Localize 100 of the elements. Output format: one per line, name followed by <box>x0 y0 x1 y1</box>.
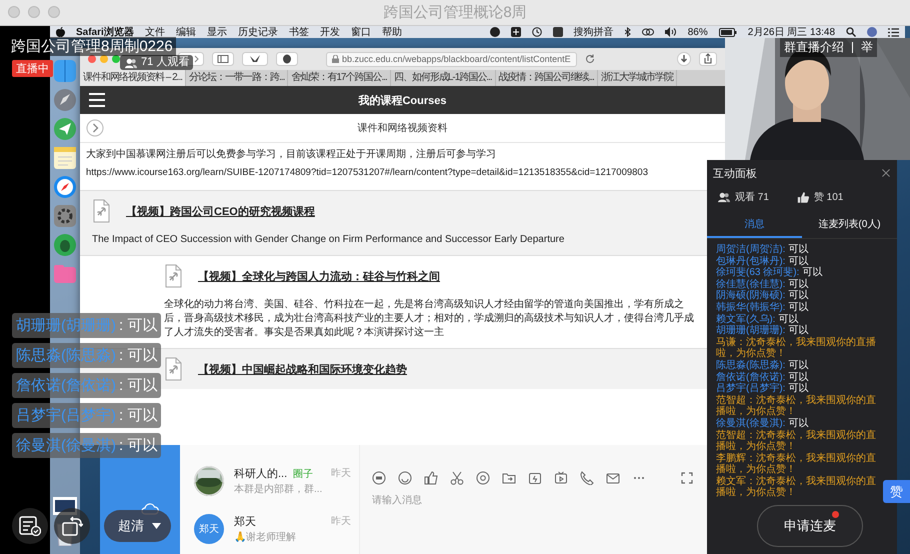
menu-item[interactable]: 开发 <box>320 26 340 39</box>
rocket-icon[interactable] <box>54 89 76 111</box>
list-icon <box>888 28 899 36</box>
chat-message: 徐曼淇(徐曼淇): 可以 <box>716 418 810 430</box>
message-input[interactable]: 请输入消息 <box>372 495 572 506</box>
rotate-icon <box>61 515 83 537</box>
back-button[interactable] <box>178 52 204 66</box>
conversation-preview: 🙏谢老师理解 <box>234 530 297 544</box>
item-title-link[interactable]: 【视频】中国崛起战略和国际环境变化趋势 <box>198 362 407 376</box>
menu-item[interactable]: 窗口 <box>350 26 371 39</box>
item-title-link[interactable]: 【视频】全球化与跨国人力流动：硅谷与竹科之间 <box>198 268 440 284</box>
download-icon[interactable] <box>677 52 691 66</box>
thumbs-up-icon <box>796 190 810 204</box>
menu-item[interactable]: 历史记录 <box>238 26 278 39</box>
clock-icon <box>532 27 542 37</box>
app-icon[interactable] <box>54 234 76 256</box>
phone-icon[interactable] <box>580 471 594 485</box>
link-icon <box>642 28 654 36</box>
notes-button[interactable] <box>12 508 48 544</box>
address-bar[interactable]: bb.zucc.edu.cn/webapps/blackboard/content/listContentE <box>326 52 577 66</box>
comment-bubble: 陈思淼(陈思淼) : 可以 <box>12 343 162 368</box>
file-link-icon <box>164 264 183 288</box>
apple-icon <box>56 27 65 37</box>
panel-tab[interactable]: 消息 <box>707 212 802 238</box>
folder-icon[interactable] <box>502 471 516 485</box>
scissors-icon[interactable] <box>450 471 464 485</box>
viewer-count: 71 人观看 <box>141 56 190 69</box>
item-description: 全球化的动力将台湾、美国、硅谷、竹科拉在一起，先是将台湾高级知识人才经由留学的管道向美国推出，学有所成之后，晋身高级技术移民，成为壮台湾高科技产业的主要人才；相对的，学成溯归的高级技术与知识人才，使得台湾几乎成了人才流失的受害者。事实是否果真如此呢？本演讲探讨这一主 <box>164 298 695 340</box>
panel-tab[interactable]: 连麦列表(0人) <box>802 212 897 238</box>
smile-icon[interactable] <box>398 471 412 485</box>
chat-message: 韩振华(韩振华): 可以 <box>716 302 810 314</box>
menu-item[interactable]: Safari浏览器 <box>76 26 134 39</box>
app-icon <box>552 27 563 37</box>
fullscreen-icon[interactable] <box>681 472 693 484</box>
compass-icon[interactable] <box>54 176 76 198</box>
header-link[interactable]: 群直播介绍 <box>784 39 844 56</box>
viewers-icon <box>124 56 138 68</box>
chat-message: 周贺洁(周贺洁): 可以 <box>716 244 810 255</box>
avatar-icon <box>867 27 877 37</box>
menu-item[interactable]: 帮助 <box>382 26 402 39</box>
caret-icon <box>152 523 161 529</box>
browser-tab[interactable]: 课件和网络视频资料 – 2... <box>80 70 186 86</box>
live-badge: 直播中 <box>12 60 53 77</box>
conversation-time: 昨天 <box>331 515 351 529</box>
comment-bubble: 詹依诺(詹依诺) : 可以 <box>12 373 162 398</box>
comment-bubble: 吕梦宇(吕梦宇) : 可以 <box>12 403 162 428</box>
comment-bubble: 胡珊珊(胡珊珊) : 可以 <box>12 313 162 338</box>
paper-plane-icon[interactable] <box>54 118 76 140</box>
gift-message: 范智超：沈奇泰松，我来围观你的直播啦，为你点赞！ <box>716 430 877 452</box>
header-link[interactable]: 举 <box>861 39 873 56</box>
gift-message: 赖文军：沈奇泰松，我来围观你的直播啦，为你点赞！ <box>716 476 877 500</box>
intro-text: 大家到中国慕课网注册后可以免费参与学习，目前该课程正处于开课周期，注册后可参与学习 <box>86 148 497 161</box>
group-tag: 圈子 <box>293 466 314 481</box>
quality-selector[interactable]: 超清 <box>104 510 171 542</box>
mail-icon[interactable] <box>606 471 620 485</box>
menu-item[interactable]: 书签 <box>288 26 309 39</box>
reload-icon[interactable] <box>584 54 595 64</box>
menubar-clock: 2月26日 周三 13:48 <box>748 26 835 39</box>
conversation-name: 郑天 <box>234 515 256 530</box>
lock-icon <box>332 55 339 63</box>
battery-icon <box>718 28 737 36</box>
viewers-icon <box>717 191 731 203</box>
chat-message: 徐佳慧(徐佳慧): 可以 <box>716 278 810 290</box>
thumbs-up-icon[interactable] <box>424 471 438 485</box>
section-title: 课件和网络视频资料 <box>356 122 448 135</box>
stream-title: 跨国公司管理8周制0226 <box>8 37 176 56</box>
conversation-item[interactable]: 郑天 郑天 昨天 🙏谢老师理解 <box>180 505 359 553</box>
request-mic-button[interactable]: 申请连麦 <box>757 505 863 547</box>
conversation-item[interactable]: 科研人的... 圈子 昨天 本群是内部群，群... <box>180 457 359 505</box>
conversation-time: 昨天 <box>331 467 351 481</box>
gift-message: 李鹏辉：沈奇泰松，我来围观你的直播啦，为你点赞！ <box>716 452 877 476</box>
course-link[interactable]: https://www.icourse163.org/learn/SUIBE-1207174809?tid=1207531207#/learn/content?type=detail&id=1213518355&cid=1217009803 <box>86 167 648 178</box>
item-title-link[interactable]: 【视频】跨国公司CEO的研究视频课程 <box>126 204 315 218</box>
conversation-name: 科研人的... <box>234 467 288 482</box>
gift-message: 马谦：沈奇泰松，我来围观你的直播啦，为你点赞！ <box>716 336 877 360</box>
chat-message: 吕梦宇(吕梦宇): 可以 <box>716 383 810 394</box>
like-count: 赞 101 <box>814 191 844 204</box>
item-description: The Impact of CEO Succession with Gender Change on Firm Performance and Successor Early Departure <box>92 233 566 247</box>
sidebar-icon[interactable] <box>212 52 234 66</box>
menu-item[interactable]: 编辑 <box>176 26 196 39</box>
menu-item[interactable]: 显示 <box>206 26 227 39</box>
comment-bubble: 徐曼淇(徐曼淇) : 可以 <box>12 433 162 458</box>
menu-icon[interactable] <box>88 92 106 108</box>
menu-item[interactable]: 文件 <box>144 26 165 39</box>
input-method-label[interactable]: 搜狗拼音 <box>574 26 614 39</box>
tv-icon[interactable] <box>554 471 568 485</box>
like-button[interactable]: 赞 <box>883 480 910 503</box>
chat-message: 包琳丹(包琳丹): 可以 <box>716 256 810 267</box>
list-check-icon <box>19 516 41 536</box>
share-icon[interactable] <box>699 52 717 66</box>
battery-percentage: 86% <box>688 26 708 38</box>
gear-icon[interactable] <box>54 205 76 227</box>
chat-message: 徐珂斐(63 徐珂斐): 可以 <box>716 267 824 278</box>
chat-message: 胡珊珊(胡珊珊): 可以 <box>716 325 810 336</box>
volume-icon <box>664 27 677 37</box>
view-count: 观看 71 <box>735 190 769 204</box>
window-title: 跨国公司管理概论8周 <box>382 3 528 22</box>
close-icon[interactable] <box>881 168 891 178</box>
page-title: 我的课程Courses <box>357 94 448 108</box>
bluetooth-icon <box>624 27 631 37</box>
